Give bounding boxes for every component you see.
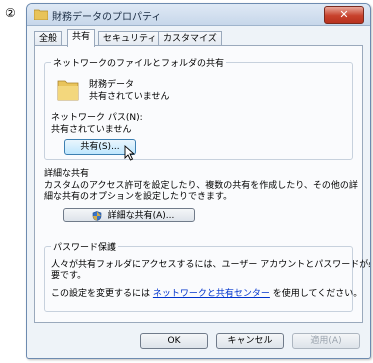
mouse-cursor-icon: [124, 145, 136, 161]
change-setting-prefix: この設定を変更するには: [51, 289, 151, 299]
properties-dialog: 財務データのプロパティ ✕ 全般 共有 セキュリティ カスタマイズ ネットワーク…: [26, 3, 371, 359]
tab-customize[interactable]: カスタマイズ: [158, 31, 222, 46]
folder-share-status: 共有されていません: [89, 92, 170, 102]
network-share-legend: ネットワークのファイルとフォルダの共有: [51, 56, 227, 69]
window-title: 財務データのプロパティ: [52, 12, 162, 23]
ok-button[interactable]: OK: [140, 333, 208, 349]
apply-button[interactable]: 適用(A): [292, 333, 360, 349]
advanced-share-button[interactable]: 詳細な共有(A)...: [63, 208, 195, 222]
network-share-group: ネットワークのファイルとフォルダの共有 財務データ 共有されていません ネットワ…: [44, 56, 353, 161]
close-button[interactable]: ✕: [324, 6, 364, 24]
network-sharing-center-link[interactable]: ネットワークと共有センター: [153, 289, 270, 299]
tab-general[interactable]: 全般: [34, 31, 63, 46]
step-marker: ②: [5, 6, 16, 20]
cancel-button[interactable]: キャンセル: [216, 333, 284, 349]
tab-security[interactable]: セキュリティ: [98, 31, 162, 46]
password-legend: パスワード保護: [51, 240, 119, 253]
network-path-value: 共有されていません: [51, 125, 132, 135]
advanced-share-description-line2: 細な共有のオプションを設定したりできます。: [44, 192, 233, 202]
advanced-share-button-label: 詳細な共有(A)...: [107, 211, 175, 221]
folder-icon: [34, 9, 48, 20]
password-description-line2: 要です。: [51, 271, 87, 281]
password-protection-group: パスワード保護 人々が共有フォルダにアクセスするには、ユーザー アカウントとパス…: [44, 240, 370, 312]
folder-icon: [57, 80, 79, 101]
title-bar: 財務データのプロパティ ✕: [27, 4, 370, 26]
change-setting-text: この設定を変更するには ネットワークと共有センター を使用してください。: [51, 286, 362, 299]
tab-sharing[interactable]: 共有: [67, 29, 96, 47]
sharing-panel: ネットワークのファイルとフォルダの共有 財務データ 共有されていません ネットワ…: [34, 45, 370, 323]
shield-icon: [92, 211, 102, 221]
change-setting-suffix: を使用してください。: [272, 289, 363, 299]
password-description-line1: 人々が共有フォルダにアクセスするには、ユーザー アカウントとパスワードが必: [51, 260, 371, 270]
